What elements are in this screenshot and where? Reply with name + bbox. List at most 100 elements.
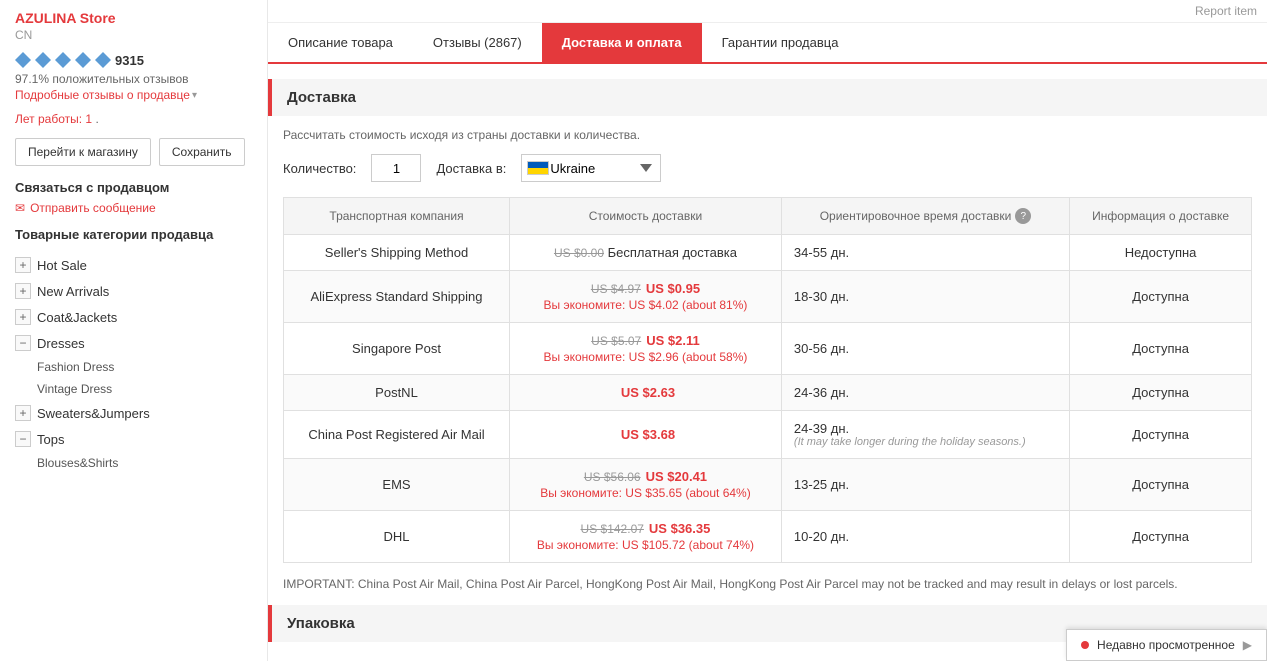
td-carrier-3: PostNL — [284, 375, 510, 411]
years-label: Лет работы: 1 . — [15, 112, 252, 126]
td-info-6: Доступна — [1070, 511, 1252, 563]
sidebar: AZULINA Store CN 9315 97.1% положительны… — [0, 0, 268, 661]
th-info: Информация о доставке — [1070, 198, 1252, 235]
rv-dot-icon — [1081, 641, 1089, 649]
table-row: PostNLUS $2.6324-36 дн.Доступна — [284, 375, 1252, 411]
envelope-icon: ✉ — [15, 201, 25, 215]
help-icon[interactable]: ? — [1015, 208, 1031, 224]
savings-2: Вы экономите: US $2.96 (about 58%) — [522, 350, 769, 364]
td-carrier-4: China Post Registered Air Mail — [284, 411, 510, 459]
diamonds-rating: 9315 — [15, 52, 252, 68]
savings-5: Вы экономите: US $35.65 (about 64%) — [522, 486, 769, 500]
cat-label-sweaters: Sweaters&Jumpers — [37, 406, 150, 421]
report-item-link[interactable]: Report item — [1195, 4, 1257, 18]
savings-1: Вы экономите: US $4.02 (about 81%) — [522, 298, 769, 312]
shipping-table: Транспортная компания Стоимость доставки… — [283, 197, 1252, 563]
store-name[interactable]: AZULINA Store — [15, 10, 252, 26]
td-cost-4: US $3.68 — [510, 411, 782, 459]
diamond-icon-5 — [95, 52, 111, 68]
td-info-5: Доступна — [1070, 459, 1252, 511]
positive-rating: 97.1% положительных отзывов — [15, 72, 252, 86]
price-old-6: US $142.07 — [581, 522, 644, 536]
td-time-1: 18-30 дн. — [781, 271, 1069, 323]
contact-seller-title: Связаться с продавцом — [15, 180, 252, 195]
price-new-6: US $36.35 — [649, 521, 710, 536]
th-carrier: Транспортная компания — [284, 198, 510, 235]
price-old-5: US $56.06 — [584, 470, 641, 484]
holiday-note-4: (It may take longer during the holiday s… — [794, 436, 1057, 448]
tab-description[interactable]: Описание товара — [268, 23, 413, 62]
main-content: Report item Описание товара Отзывы (2867… — [268, 0, 1267, 661]
qty-input[interactable] — [371, 154, 421, 182]
td-carrier-5: EMS — [284, 459, 510, 511]
td-time-4: 24-39 дн.(It may take longer during the … — [781, 411, 1069, 459]
td-info-4: Доступна — [1070, 411, 1252, 459]
td-info-1: Доступна — [1070, 271, 1252, 323]
th-cost: Стоимость доставки — [510, 198, 782, 235]
td-carrier-6: DHL — [284, 511, 510, 563]
td-cost-3: US $2.63 — [510, 375, 782, 411]
td-cost-6: US $142.07 US $36.35 Вы экономите: US $105… — [510, 511, 782, 563]
table-row: DHL US $142.07 US $36.35 Вы экономите: US $… — [284, 511, 1252, 563]
cat-toggle-new-arrivals[interactable]: + — [15, 283, 31, 299]
sidebar-item-coat-jackets[interactable]: + Coat&Jackets — [15, 304, 252, 330]
price-new-2: US $2.11 — [646, 333, 700, 348]
td-cost-5: US $56.06US $20.41Вы экономите: US $35.6… — [510, 459, 782, 511]
td-info-2: Доступна — [1070, 323, 1252, 375]
save-store-button[interactable]: Сохранить — [159, 138, 245, 166]
calc-text: Рассчитать стоимость исходя из страны до… — [283, 128, 1252, 142]
seller-reviews-link[interactable]: Подробные отзывы о продавце ▾ — [15, 88, 252, 102]
diamond-icon-3 — [55, 52, 71, 68]
cat-toggle-coat-jackets[interactable]: + — [15, 309, 31, 325]
sub-category-fashion-dress[interactable]: Fashion Dress — [15, 356, 252, 378]
sidebar-item-tops[interactable]: − Tops — [15, 426, 252, 452]
sidebar-item-sweaters[interactable]: + Sweaters&Jumpers — [15, 400, 252, 426]
savings-6: Вы экономите: US $105.72 (about 74%) — [522, 538, 769, 552]
country-select[interactable]: Ukraine — [521, 154, 661, 182]
td-time-6: 10-20 дн. — [781, 511, 1069, 563]
price-free-0: Бесплатная доставка — [608, 245, 737, 260]
td-info-0: Недоступна — [1070, 235, 1252, 271]
cat-toggle-tops[interactable]: − — [15, 431, 31, 447]
cat-toggle-dresses[interactable]: − — [15, 335, 31, 351]
recently-viewed[interactable]: Недавно просмотренное ▶ — [1066, 629, 1267, 661]
chevron-down-icon: ▾ — [192, 90, 197, 101]
visit-store-button[interactable]: Перейти к магазину — [15, 138, 151, 166]
sub-category-vintage-dress[interactable]: Vintage Dress — [15, 378, 252, 400]
td-time-0: 34-55 дн. — [781, 235, 1069, 271]
price-old-2: US $5.07 — [591, 334, 641, 348]
td-carrier-1: AliExpress Standard Shipping — [284, 271, 510, 323]
ship-to-label: Доставка в: — [436, 161, 506, 176]
td-carrier-0: Seller's Shipping Method — [284, 235, 510, 271]
cat-toggle-sweaters[interactable]: + — [15, 405, 31, 421]
store-country: CN — [15, 28, 252, 42]
cat-label-coat-jackets: Coat&Jackets — [37, 310, 117, 325]
cat-toggle-hot-sale[interactable]: + — [15, 257, 31, 273]
rating-score: 9315 — [115, 53, 144, 68]
price-old-1: US $4.97 — [591, 282, 641, 296]
diamond-icon-1 — [15, 52, 31, 68]
cat-label-tops: Tops — [37, 432, 64, 447]
tab-shipping[interactable]: Доставка и оплата — [542, 23, 702, 62]
contact-seller-section: Связаться с продавцом ✉ Отправить сообще… — [15, 180, 252, 215]
td-info-3: Доступна — [1070, 375, 1252, 411]
tab-reviews[interactable]: Отзывы (2867) — [413, 23, 542, 62]
tabs-container: Описание товара Отзывы (2867) Доставка и… — [268, 23, 1267, 64]
td-carrier-2: Singapore Post — [284, 323, 510, 375]
send-message-link[interactable]: ✉ Отправить сообщение — [15, 201, 252, 215]
tab-guarantees[interactable]: Гарантии продавца — [702, 23, 859, 62]
rv-arrow-icon: ▶ — [1243, 638, 1252, 652]
cat-label-hot-sale: Hot Sale — [37, 258, 87, 273]
qty-ship-row: Количество: Доставка в: Ukraine — [283, 154, 1252, 182]
content-area: Доставка Рассчитать стоимость исходя из … — [268, 64, 1267, 642]
price-new-3: US $2.63 — [621, 385, 675, 400]
td-cost-2: US $5.07 US $2.11 Вы экономите: US $2.96 (… — [510, 323, 782, 375]
sidebar-item-new-arrivals[interactable]: + New Arrivals — [15, 278, 252, 304]
sidebar-item-dresses[interactable]: − Dresses — [15, 330, 252, 356]
important-note: IMPORTANT: China Post Air Mail, China Po… — [283, 575, 1252, 593]
sidebar-item-hot-sale[interactable]: + Hot Sale — [15, 252, 252, 278]
sub-category-blouses-shirts[interactable]: Blouses&Shirts — [15, 452, 252, 474]
td-cost-1: US $4.97US $0.95Вы экономите: US $4.02 (… — [510, 271, 782, 323]
recently-viewed-label: Недавно просмотренное — [1097, 638, 1235, 652]
qty-label: Количество: — [283, 161, 356, 176]
